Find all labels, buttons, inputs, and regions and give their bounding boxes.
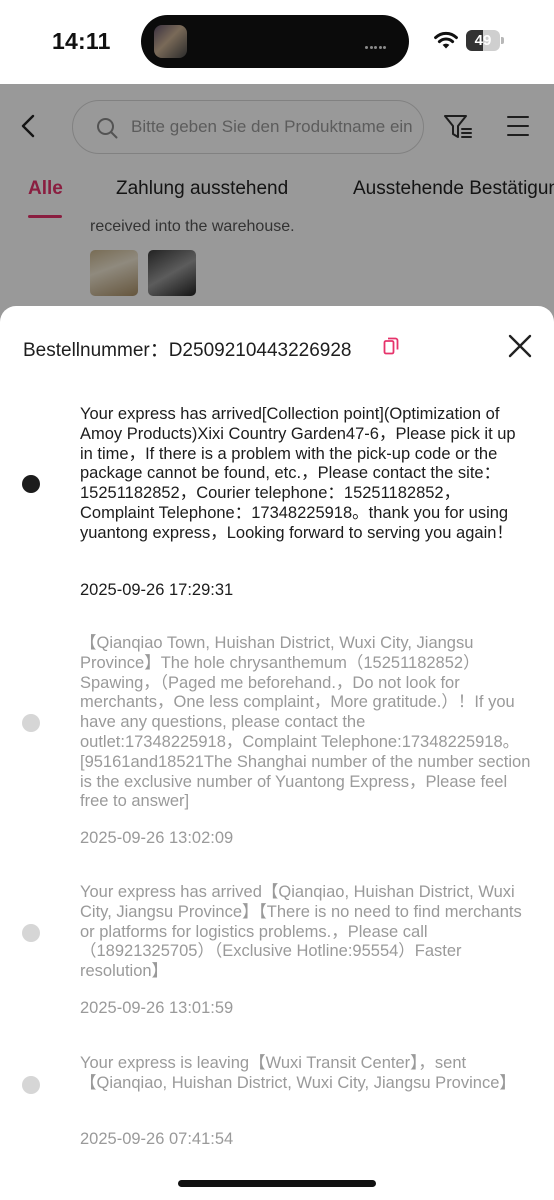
now-playing-artwork xyxy=(154,25,187,58)
battery-icon: 49 xyxy=(466,30,504,51)
dynamic-island[interactable] xyxy=(141,15,409,68)
modal-backdrop[interactable] xyxy=(0,84,554,324)
event-timestamp: 2025-09-26 13:02:09 xyxy=(80,829,234,847)
wifi-icon xyxy=(434,31,458,49)
event-description: Your express has arrived[Collection poin… xyxy=(80,405,516,542)
order-number: Bestellnummer：D2509210443226928 xyxy=(23,340,352,361)
audio-waveform-icon xyxy=(365,36,393,49)
event-description: Your express is leaving【Wuxi Transit Cen… xyxy=(80,1054,516,1092)
status-time: 14:11 xyxy=(52,28,111,54)
close-icon[interactable] xyxy=(506,332,534,360)
event-description: Your express has arrived【Qianqiao, Huish… xyxy=(80,883,522,981)
battery-percentage: 49 xyxy=(474,32,492,49)
event-description: 【Qianqiao Town, Huishan District, Wuxi C… xyxy=(80,634,531,811)
timeline-dot-icon xyxy=(22,714,40,732)
timeline-dot-icon xyxy=(22,924,40,942)
event-timestamp: 2025-09-26 13:01:59 xyxy=(80,999,234,1017)
event-timestamp: 2025-09-26 07:41:54 xyxy=(80,1130,234,1148)
tracking-sheet: Bestellnummer：D2509210443226928 Your exp… xyxy=(0,306,554,1200)
home-indicator[interactable] xyxy=(178,1180,376,1187)
timeline-dot-icon xyxy=(22,475,40,493)
copy-icon[interactable] xyxy=(383,337,399,355)
event-timestamp: 2025-09-26 17:29:31 xyxy=(80,581,234,599)
tracking-timeline: Your express has arrived[Collection poin… xyxy=(0,386,554,1166)
timeline-dot-icon xyxy=(22,1076,40,1094)
status-bar: 14:11 49 xyxy=(0,0,554,84)
sheet-header: Bestellnummer：D2509210443226928 xyxy=(0,306,554,386)
